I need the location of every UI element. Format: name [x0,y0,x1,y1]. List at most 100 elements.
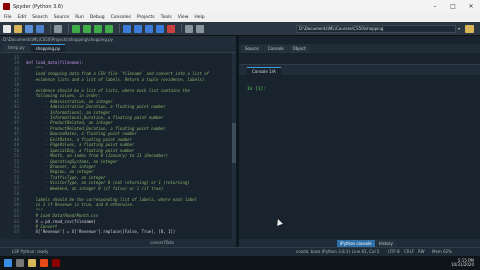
file-permissions: RW [418,249,425,254]
menu-run[interactable]: Run [75,15,84,20]
code-line[interactable]: 57 - Weekend, an integer 0 (if false) or… [0,186,232,191]
maximize-icon[interactable]: □ [444,3,462,10]
run-selection-icon[interactable] [105,24,113,33]
code-text: X = pd.read_csv(filename) [26,218,96,224]
code-line[interactable]: 55 - TrafficType, an integer [0,175,232,180]
working-directory-input[interactable]: D:\Documents\ML\Courses\CS50\shopping [296,25,456,33]
line-number: 55 [14,174,19,180]
code-line[interactable]: 58 [0,191,232,196]
file-explorer-icon[interactable] [28,259,36,267]
taskbar-clock: 5:15 PM 10/31/2020 [451,259,474,267]
code-text: following values, in order: [26,93,101,99]
code-line[interactable]: 37 evidence lists and a list of labels. … [0,77,232,82]
new-file-icon[interactable] [3,24,11,33]
code-line[interactable]: 64 # Convert [0,224,232,229]
code-text: # Convert [26,223,58,229]
code-line[interactable]: 59 labels should be the corresponding li… [0,197,232,202]
code-line[interactable]: 50 - SpecialDay, a floating point number [0,148,232,153]
tab-console[interactable]: Console [263,45,288,53]
menu-debug[interactable]: Debug [90,15,105,20]
code-text: is 1 if Revenue is true, and 0 otherwise… [26,202,135,208]
code-editor[interactable]: 33 34 def load_data(filename): 35 """ 36 Loa… [0,53,232,239]
editor-footer: convertTabs [0,239,236,247]
close-icon[interactable]: ✕ [462,3,480,10]
menu-consoles[interactable]: Consoles [111,15,131,20]
code-line[interactable]: 54 - Region, an integer [0,169,232,174]
code-line[interactable]: 47 - BounceRates, a floating point numbe… [0,131,232,136]
menu-search[interactable]: Search [32,15,47,20]
debug-icon[interactable] [123,24,131,33]
code-line[interactable]: 36 Load shopping data from a CSV file `f… [0,71,232,76]
start-icon[interactable] [4,259,12,267]
line-number: 62 [14,213,19,219]
search-icon[interactable] [16,259,24,267]
run-cell-advance-icon[interactable] [94,24,102,33]
tab-console-1[interactable]: Console 1/A [247,67,281,75]
tab-history[interactable]: History [375,239,396,247]
run-icon[interactable] [72,24,80,33]
code-line[interactable]: 51 - Month, an index from 0 (January) to… [0,153,232,158]
code-line[interactable]: 44 - Informational_Duration, a floating … [0,115,232,120]
step-icon[interactable] [134,24,142,33]
run-cell-icon[interactable] [83,24,91,33]
line-number: 47 [14,131,19,137]
menu-file[interactable]: File [4,15,12,20]
minimize-icon[interactable]: – [426,3,444,10]
tab-ipython-console[interactable]: IPython console [337,239,375,247]
code-line[interactable]: 60 is 1 if Revenue is true, and 0 otherw… [0,202,232,207]
code-line[interactable]: 35 """ [0,66,232,71]
code-line[interactable]: 39 evidence should be a list of lists, w… [0,88,232,93]
code-line[interactable]: 52 - OperatingSystems, an integer [0,159,232,164]
code-text: - Administrative_Duration, a floating po… [26,104,166,110]
line-number: 59 [14,196,19,202]
python-path-icon[interactable] [196,24,204,33]
tab-object[interactable]: Object [288,45,310,53]
browser-icon[interactable] [40,259,48,267]
line-number: 45 [14,120,19,126]
save-all-icon[interactable] [36,24,44,33]
menu-help[interactable]: Help [194,15,204,20]
maximize-pane-icon[interactable] [185,24,193,33]
menu-view[interactable]: View [178,15,189,20]
code-line[interactable]: 49 - PageValues, a floating point number [0,142,232,147]
window-titlebar: Spyder (Python 3.6) – □ ✕ [0,0,480,13]
console-bottom-tabs: IPython console History [239,239,480,247]
preferences-icon[interactable] [54,24,62,33]
code-line[interactable]: 65 X['Revenue'] = X['Revenue'].replace([… [0,229,232,234]
continue-icon[interactable] [156,24,164,33]
open-file-icon[interactable] [14,24,22,33]
ipython-console[interactable]: In [1]: [239,75,480,239]
code-line[interactable]: 46 - ProductRelated_Duration, a floating… [0,126,232,131]
line-number: 43 [14,109,19,115]
code-line[interactable]: 48 - ExitRates, a floating point number [0,137,232,142]
code-line[interactable]: 33 [0,55,232,60]
code-line[interactable]: 38 [0,82,232,87]
tab-shopping-py[interactable]: shopping.py [30,44,66,52]
code-line[interactable]: 63 X = pd.read_csv(filename) [0,219,232,224]
menu-edit[interactable]: Edit [18,15,27,20]
tab-source[interactable]: Source [241,45,263,53]
save-icon[interactable] [25,24,33,33]
code-line[interactable]: 61 """ [0,208,232,213]
chevron-down-icon[interactable]: ▾ [456,25,462,33]
code-line[interactable]: 43 - Informational, an integer [0,110,232,115]
code-line[interactable]: 34 def load_data(filename): [0,60,232,65]
code-line[interactable]: 56 - VisitorType, an integer 0 (not retu… [0,180,232,185]
code-line[interactable]: 45 - ProductRelated, an integer [0,120,232,125]
browse-folder-icon[interactable] [465,25,474,33]
line-number: 41 [14,98,19,104]
code-line[interactable]: 53 - Browser, an integer [0,164,232,169]
spyder-taskbar-icon[interactable] [52,259,60,267]
code-line[interactable]: 41 - Administrative, an integer [0,99,232,104]
step-into-icon[interactable] [145,24,153,33]
line-number: 57 [14,185,19,191]
menu-tools[interactable]: Tools [161,15,172,20]
tab-temp-py[interactable]: temp.py [3,44,30,52]
menu-source[interactable]: Source [54,15,69,20]
stop-icon[interactable] [167,24,175,33]
code-text: - BounceRates, a floating point number [26,131,137,137]
menu-projects[interactable]: Projects [137,15,155,20]
code-line[interactable]: 40 following values, in order: [0,93,232,98]
code-line[interactable]: 62 # Load Data/Read/Month.csv [0,213,232,218]
code-line[interactable]: 42 - Administrative_Duration, a floating… [0,104,232,109]
